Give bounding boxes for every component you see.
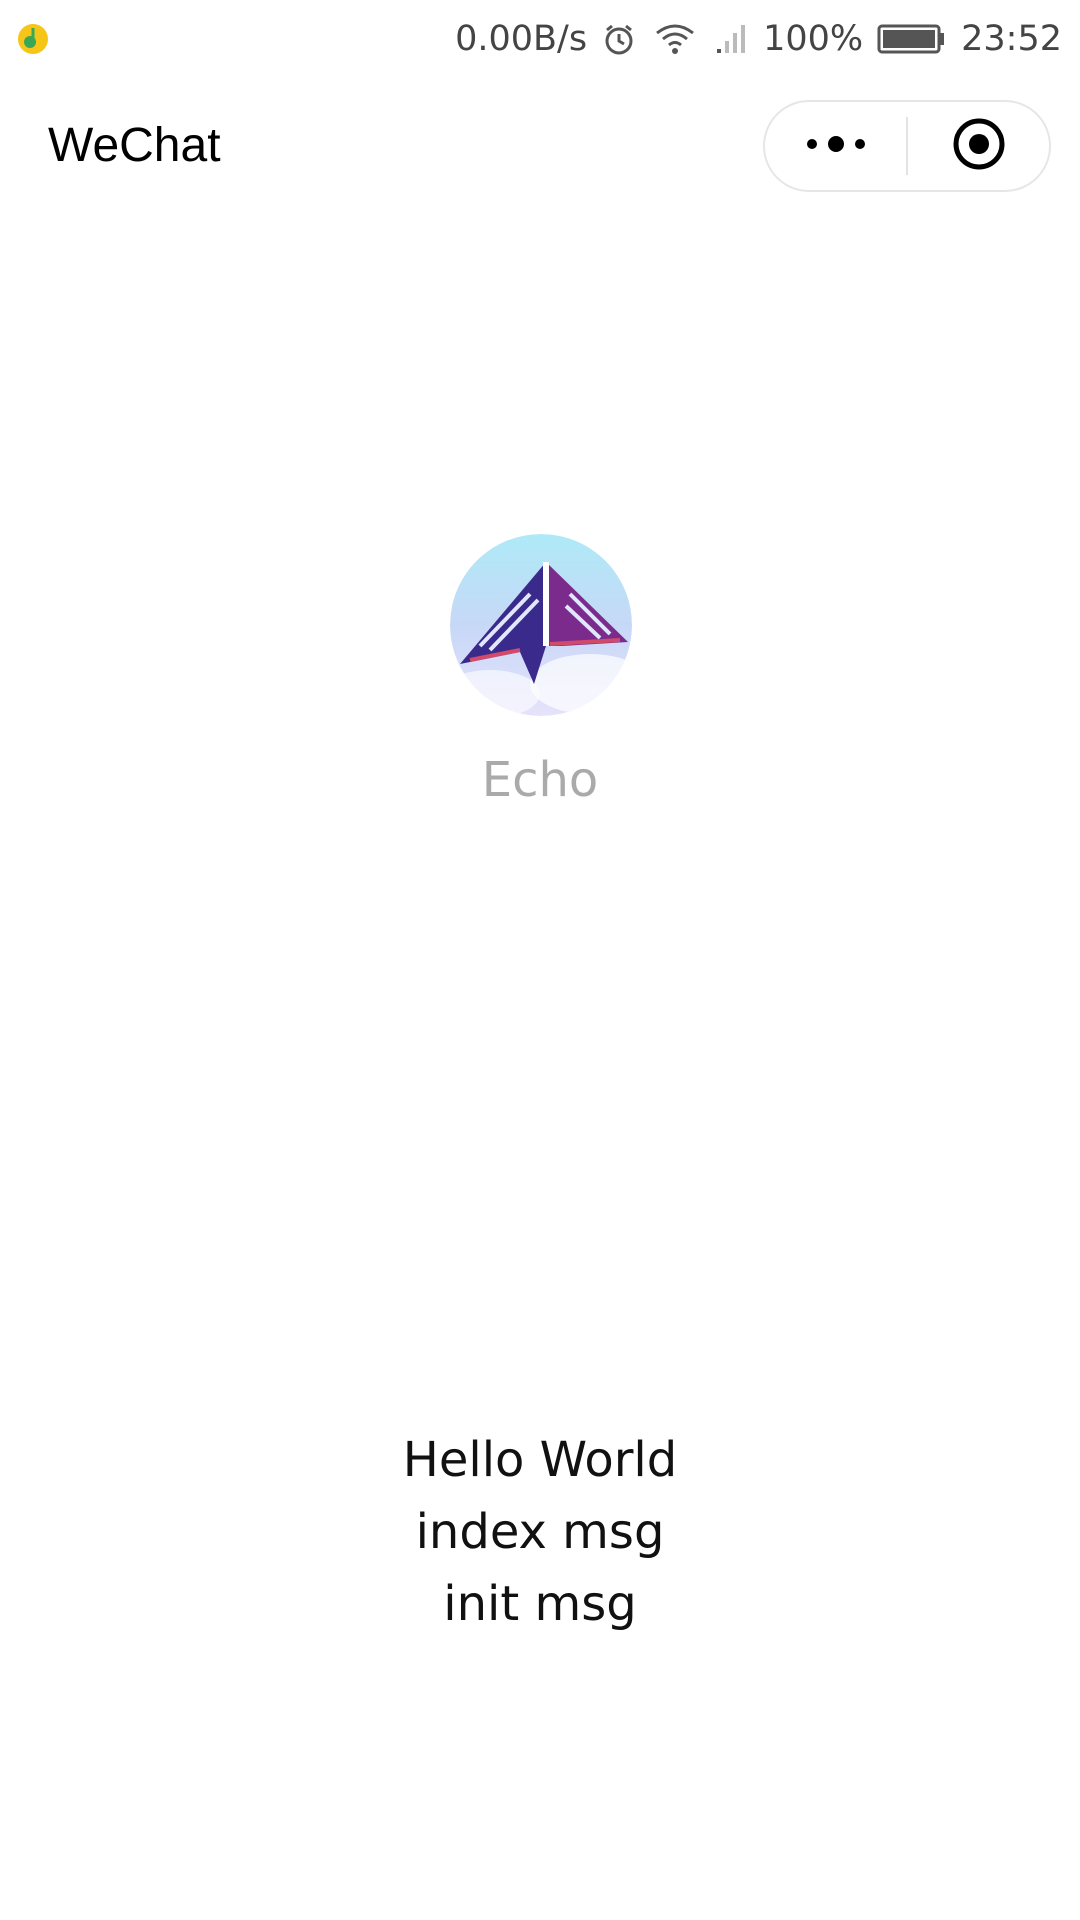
message-text: index msg xyxy=(415,1504,665,1560)
clock-time: 23:52 xyxy=(961,19,1062,59)
navigation-bar: WeChat xyxy=(0,90,1080,200)
signal-icon xyxy=(713,21,749,57)
alarm-icon xyxy=(601,21,637,57)
page-title: WeChat xyxy=(48,119,221,172)
more-dots-icon xyxy=(804,134,868,158)
message-list: Hello World index msg init msg xyxy=(0,1424,1080,1640)
wifi-icon xyxy=(653,21,697,57)
menu-capsule xyxy=(763,100,1051,192)
status-bar: 0.00B/s 100% 23:52 xyxy=(0,0,1080,78)
network-speed: 0.00B/s xyxy=(455,19,588,59)
message-text: Hello World xyxy=(402,1432,678,1488)
app-screen: 0.00B/s 100% 23:52 WeChat Echo Hello Wor… xyxy=(0,0,1080,1920)
target-close-icon xyxy=(952,117,1006,175)
status-bar-right: 0.00B/s 100% 23:52 xyxy=(449,12,1068,66)
battery-percent: 100% xyxy=(763,19,864,59)
more-button[interactable] xyxy=(765,102,906,190)
app-notification-icon xyxy=(16,22,50,56)
message-text: init msg xyxy=(443,1576,637,1632)
user-nickname: Echo xyxy=(481,752,599,808)
battery-icon xyxy=(877,23,947,55)
user-avatar[interactable] xyxy=(450,534,632,716)
close-button[interactable] xyxy=(908,102,1049,190)
